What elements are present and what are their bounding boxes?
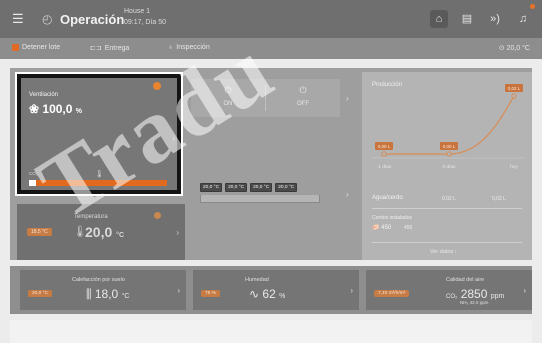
feeder-panel: 20,0 °C 20,0 °C 20,0 °C 20,0 °C bbox=[200, 183, 330, 203]
ventilation-level-bar bbox=[29, 180, 167, 186]
footer-area bbox=[10, 320, 532, 343]
top-bar: ☰ ◴ Operación House 1 09:17, Día 50 ⌂ ▤ … bbox=[0, 0, 542, 38]
truck-icon: ⊏⊐ bbox=[90, 45, 102, 52]
water-prev: 0,02 L bbox=[442, 196, 456, 202]
water-label: Agua/cerdo bbox=[372, 195, 403, 201]
pigs-sub: 450 bbox=[404, 225, 413, 231]
delivery-label: Entrega bbox=[104, 44, 130, 52]
on-off-switch: ⏻ ON ⏻ OFF bbox=[191, 79, 340, 117]
air-quality-card[interactable]: 7,10 m³/h/m² Calidad del aire CO₂ 2850 p… bbox=[366, 270, 532, 310]
off-option[interactable]: ⏻ OFF bbox=[266, 79, 340, 117]
temperature-setpoint: 18,5 °C bbox=[27, 228, 52, 236]
power-icon: ⏻ bbox=[224, 85, 232, 95]
feeder-temp-tag: 20,0 °C bbox=[250, 183, 273, 192]
chevron-right-icon[interactable]: › bbox=[350, 286, 353, 295]
feeder-temp-tag: 20,0 °C bbox=[275, 183, 298, 192]
operation-icon: ◴ bbox=[42, 12, 53, 26]
feeder-temp-tag: 20,0 °C bbox=[200, 183, 223, 192]
production-x-label: hoy bbox=[510, 164, 518, 170]
humidity-card[interactable]: 75 % Humedad ∿ 62 % › bbox=[193, 270, 359, 310]
production-chart: 0,00 L -1 días 0,00 L 0 días 0,02 L hoy bbox=[372, 84, 524, 170]
production-x-label: -1 días bbox=[377, 164, 392, 170]
ventilation-inner: Ventilación ❀ 100,0 % CO₂ 🌡 › bbox=[21, 78, 177, 190]
power-off-icon: ⏻ bbox=[299, 85, 307, 95]
chevron-right-icon[interactable]: › bbox=[346, 94, 349, 103]
floor-heating-label: Calefacción por suelo bbox=[72, 277, 125, 283]
pigs-count: 🐖 450 bbox=[372, 225, 392, 231]
chevron-right-icon[interactable]: › bbox=[523, 286, 526, 295]
production-point bbox=[446, 151, 452, 157]
stop-batch-button[interactable]: Detener lote bbox=[12, 44, 60, 51]
heating-icon: ⫼ bbox=[86, 287, 92, 301]
pigs-label: Cerdos instalados bbox=[372, 215, 413, 221]
air-quality-setpoint: 7,10 m³/h/m² bbox=[374, 290, 410, 297]
top-icons: ⌂ ▤ ») ♫ bbox=[430, 10, 532, 28]
inspection-button[interactable]: ♁ Inspección bbox=[168, 44, 210, 51]
production-point bbox=[381, 151, 387, 157]
water-today: 0,02 L bbox=[492, 196, 506, 202]
action-bar: Detener lote ⊏⊐ Entrega ♁ Inspección ⊙ 2… bbox=[0, 38, 542, 59]
ventilation-level-fill bbox=[29, 180, 36, 186]
feeder-trough bbox=[200, 195, 320, 203]
stop-icon bbox=[12, 44, 19, 51]
ammonia-value: NH₃ 42,0 ppm bbox=[460, 300, 489, 305]
floor-heating-setpoint: 20,0 °C bbox=[28, 290, 53, 297]
temperature-label: Temperatura bbox=[74, 214, 108, 220]
floor-heating-card[interactable]: 20,0 °C Calefacción por suelo ⫼ 18,0 °C … bbox=[20, 270, 186, 310]
alert-indicator bbox=[154, 212, 161, 219]
humidity-value: ∿ 62 % bbox=[249, 287, 286, 301]
production-panel[interactable]: Producción 0,00 L -1 días 0,00 L0 días 0,02… bbox=[362, 72, 532, 260]
separator bbox=[372, 242, 522, 243]
page-title: Operación bbox=[60, 12, 125, 27]
inspection-label: Inspección bbox=[176, 44, 210, 51]
on-label: ON bbox=[223, 101, 233, 107]
chevron-right-icon[interactable]: › bbox=[176, 228, 179, 237]
production-value-label: 0,02 L bbox=[508, 86, 521, 91]
feeder-temp-tag: 20,0 °C bbox=[225, 183, 248, 192]
off-label: OFF bbox=[297, 101, 309, 107]
clipboard-icon[interactable]: ▤ bbox=[458, 10, 476, 28]
on-option[interactable]: ⏻ ON bbox=[191, 79, 265, 117]
temperature-card[interactable]: 18,5 °C Temperatura 🌡 20,0 °C › bbox=[17, 204, 185, 260]
alert-indicator bbox=[153, 82, 161, 90]
ventilation-card[interactable]: Ventilación ❀ 100,0 % CO₂ 🌡 › bbox=[15, 72, 183, 196]
ventilation-label: Ventilación bbox=[29, 92, 59, 98]
home-icon[interactable]: ⌂ bbox=[430, 10, 448, 28]
delivery-button[interactable]: ⊏⊐ Entrega bbox=[90, 44, 130, 53]
day-info: 09:17, Día 50 bbox=[124, 19, 167, 26]
humidity-label: Humedad bbox=[245, 277, 269, 283]
signal-icon[interactable]: ») bbox=[486, 10, 504, 28]
hamburger-icon[interactable]: ☰ bbox=[12, 12, 24, 25]
stop-batch-label: Detener lote bbox=[22, 44, 61, 51]
production-x-label: 0 días bbox=[442, 164, 456, 170]
air-quality-value: CO₂ 2850 ppm bbox=[446, 287, 505, 301]
location-icon: ♁ bbox=[168, 44, 174, 51]
house-name: House 1 bbox=[124, 8, 151, 15]
floor-heating-value: ⫼ 18,0 °C bbox=[86, 287, 130, 301]
bell-icon[interactable]: ♫ bbox=[514, 10, 532, 28]
chevron-right-icon[interactable]: › bbox=[172, 134, 175, 143]
temperature-value: 20,0 °C bbox=[85, 224, 124, 240]
alert-dot bbox=[530, 4, 535, 9]
feeder-tags: 20,0 °C 20,0 °C 20,0 °C 20,0 °C bbox=[200, 183, 330, 192]
co2-label: CO₂ bbox=[29, 171, 38, 176]
production-value-label: 0,00 L bbox=[443, 144, 456, 149]
chevron-right-icon[interactable]: › bbox=[177, 286, 180, 295]
ventilation-value: ❀ 100,0 % bbox=[29, 102, 83, 116]
more-data-link[interactable]: Ver datos › bbox=[430, 249, 457, 255]
production-value-label: 0,00 L bbox=[378, 144, 391, 149]
outside-temperature: ⊙ 20,0 °C bbox=[498, 45, 530, 52]
production-point bbox=[511, 93, 517, 99]
chevron-right-icon[interactable]: › bbox=[346, 190, 349, 199]
air-quality-label: Calidad del aire bbox=[446, 277, 485, 283]
separator bbox=[372, 208, 522, 209]
humidity-setpoint: 75 % bbox=[201, 290, 220, 297]
humidity-icon: ∿ bbox=[249, 287, 260, 301]
thermometer-icon: 🌡 bbox=[95, 171, 104, 178]
fan-icon: ❀ bbox=[29, 102, 40, 116]
